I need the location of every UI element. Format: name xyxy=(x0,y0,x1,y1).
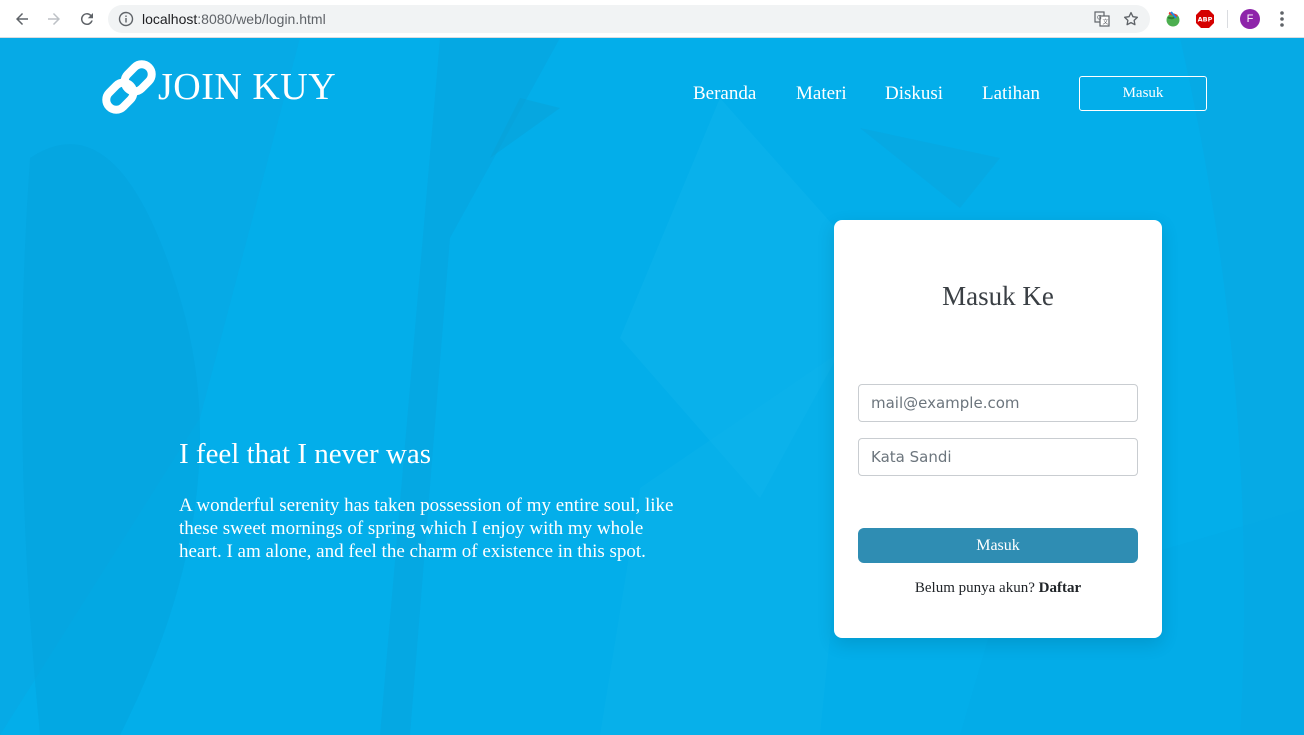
signup-prompt: Belum punya akun? Daftar xyxy=(834,580,1162,597)
signup-link[interactable]: Daftar xyxy=(1039,580,1081,596)
nav-link-diskusi[interactable]: Diskusi xyxy=(885,83,943,105)
reload-icon[interactable] xyxy=(76,8,98,30)
toolbar-divider xyxy=(1227,10,1228,28)
login-title: Masuk Ke xyxy=(942,281,1054,311)
more-menu-icon[interactable] xyxy=(1273,9,1291,29)
login-submit-button[interactable]: Masuk xyxy=(858,528,1138,563)
extension-globe-icon[interactable] xyxy=(1163,9,1183,29)
forward-arrow-icon[interactable] xyxy=(43,8,65,30)
signup-text: Belum punya akun? xyxy=(914,580,1035,596)
brand-name: JOIN KUY xyxy=(158,66,337,108)
browser-toolbar: localhost:8080/web/login.html G文 ABP F xyxy=(0,0,1304,38)
nav-link-latihan[interactable]: Latihan xyxy=(982,83,1040,105)
nav-link-beranda[interactable]: Beranda xyxy=(693,83,756,105)
profile-avatar[interactable]: F xyxy=(1240,9,1260,29)
svg-text:文: 文 xyxy=(1103,18,1109,26)
brand-logo[interactable]: JOIN KUY xyxy=(96,54,336,120)
password-field[interactable] xyxy=(858,438,1138,476)
hero-description: A wonderful serenity has taken possessio… xyxy=(179,495,674,562)
svg-text:ABP: ABP xyxy=(1198,16,1213,24)
svg-text:G: G xyxy=(1097,15,1102,22)
info-icon[interactable] xyxy=(118,11,134,27)
nav-login-button[interactable]: Masuk xyxy=(1079,76,1207,111)
login-card: Masuk Ke Masuk Belum punya akun? Daftar xyxy=(834,220,1162,638)
page-viewport: JOIN KUY Beranda Materi Diskusi Latihan … xyxy=(0,38,1304,735)
nav-link-materi[interactable]: Materi xyxy=(796,83,847,105)
hero-title: I feel that I never was xyxy=(179,438,432,470)
address-bar[interactable]: localhost:8080/web/login.html G文 xyxy=(108,5,1150,33)
email-field[interactable] xyxy=(858,384,1138,422)
adblock-plus-icon[interactable]: ABP xyxy=(1195,9,1215,29)
translate-icon[interactable]: G文 xyxy=(1094,11,1110,27)
url-text: localhost:8080/web/login.html xyxy=(142,11,326,27)
bookmark-star-icon[interactable] xyxy=(1122,10,1140,28)
chain-link-icon xyxy=(102,60,156,114)
back-arrow-icon[interactable] xyxy=(11,8,33,30)
